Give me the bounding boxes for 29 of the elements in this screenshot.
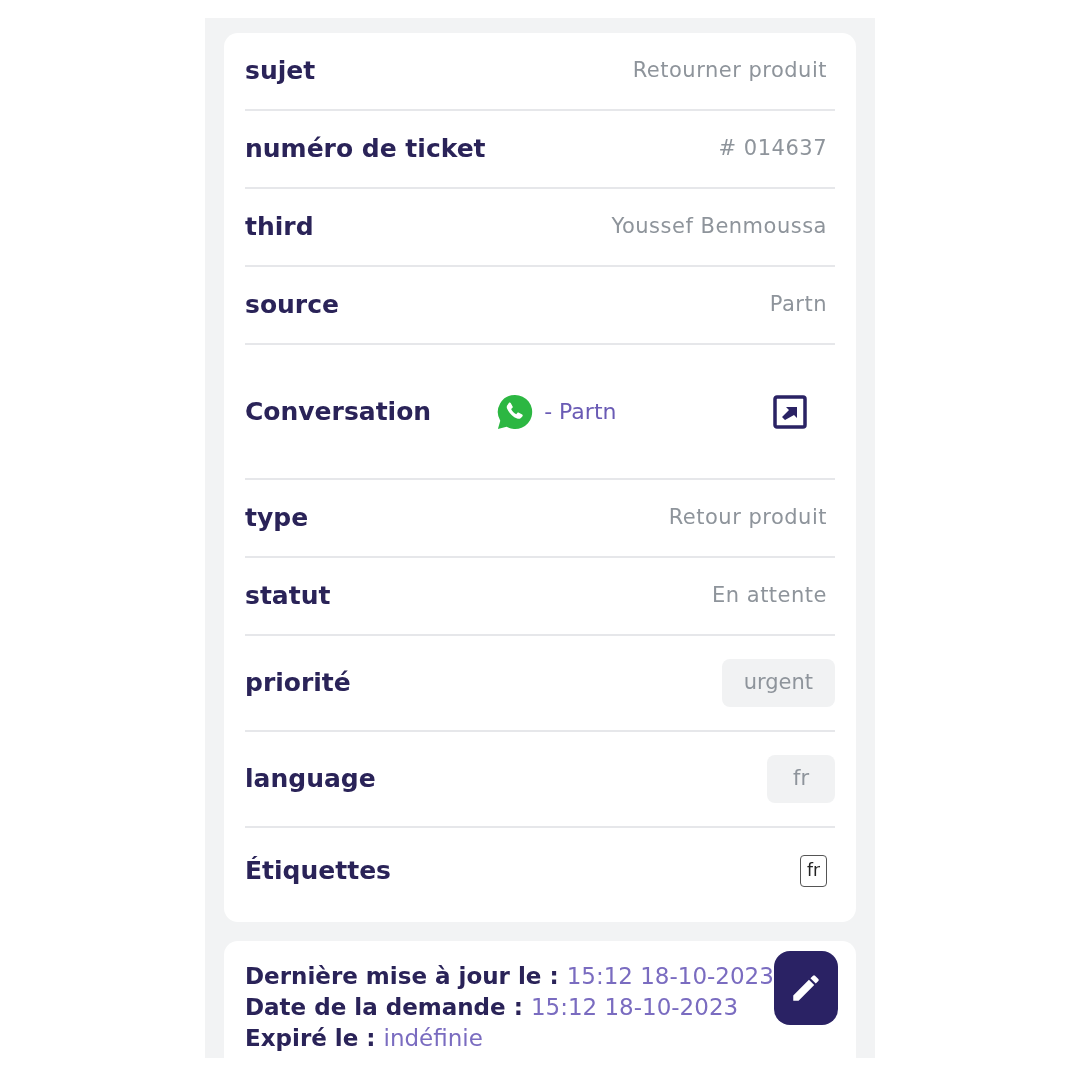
value-chip: urgent (721, 659, 835, 707)
field-value: Partn (769, 291, 828, 319)
field-label: sujet (245, 55, 316, 88)
field-label: Étiquettes (245, 855, 391, 888)
field-value: En attente (712, 582, 828, 610)
date-label: Expiré le : (245, 1025, 376, 1051)
chat-bubble-phone-icon (496, 392, 535, 431)
field-label: third (245, 211, 314, 244)
tag: fr (800, 855, 827, 887)
field-label: source (245, 289, 339, 322)
date-label: Date de la demande : (245, 994, 523, 1020)
value-chip: fr (767, 755, 835, 803)
date-value: 15:12 18-10-2023 (566, 963, 774, 989)
field-label: priorité (245, 667, 351, 700)
field-value: Retourner produit (632, 57, 828, 85)
field-label: language (245, 763, 376, 796)
field-value: Retour produit (668, 504, 828, 532)
date-value: 15:12 18-10-2023 (530, 994, 739, 1020)
edit-button[interactable] (773, 951, 838, 1025)
field-value: # 014637 (718, 135, 828, 163)
date-value: indéfinie (383, 1025, 483, 1051)
field-label: type (245, 502, 309, 535)
open-external-icon[interactable] (773, 394, 807, 429)
field-label: statut (245, 580, 331, 613)
date-label: Dernière mise à jour le : (245, 963, 559, 989)
field-value: Youssef Benmoussa (611, 213, 828, 241)
field-label: numéro de ticket (245, 133, 486, 166)
field-label: Conversation (245, 395, 432, 428)
conversation-source: - Partn (544, 398, 617, 426)
